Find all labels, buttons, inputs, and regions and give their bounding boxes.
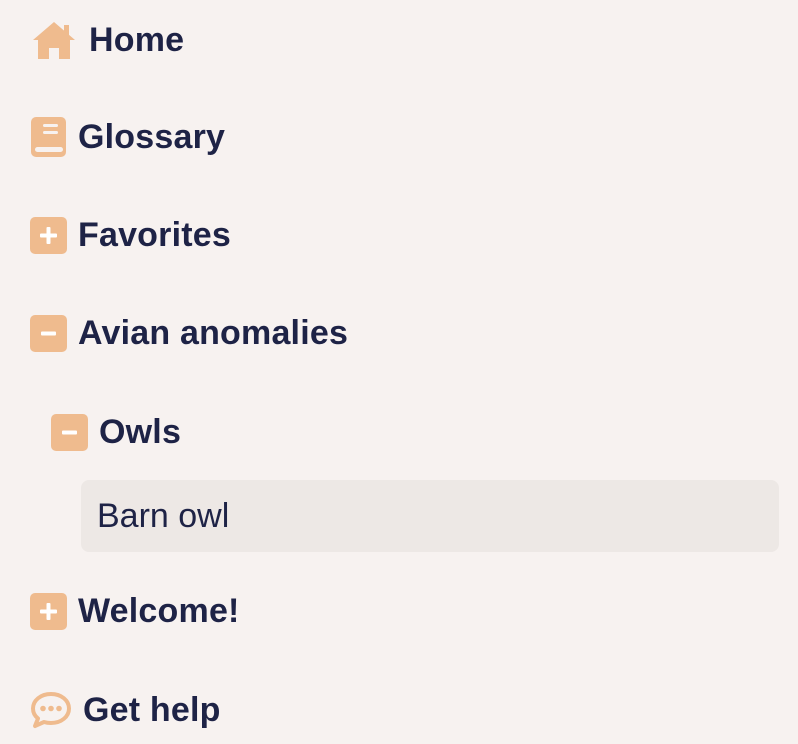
nav-item-label: Home — [89, 20, 185, 59]
collapse-minus-icon[interactable] — [51, 413, 88, 451]
nav-item-owls[interactable]: Owls — [51, 404, 778, 460]
chat-bubble-icon — [30, 691, 72, 729]
nav-item-avian-anomalies[interactable]: Avian anomalies — [30, 305, 778, 361]
nav-item-label: Favorites — [78, 215, 231, 254]
nav-item-label: Avian anomalies — [78, 313, 349, 352]
collapse-minus-icon[interactable] — [30, 314, 67, 352]
home-icon — [30, 19, 78, 61]
nav-item-label: Barn owl — [97, 496, 230, 535]
nav-item-label: Welcome! — [78, 591, 240, 630]
nav-item-label: Owls — [99, 412, 182, 451]
nav-item-welcome[interactable]: Welcome! — [30, 583, 778, 639]
sidebar-nav: Home Glossary Favorites Avian anomalies … — [0, 0, 798, 744]
nav-item-label: Get help — [83, 690, 221, 729]
nav-item-favorites[interactable]: Favorites — [30, 207, 778, 263]
expand-plus-icon[interactable] — [30, 592, 67, 630]
nav-item-get-help[interactable]: Get help — [30, 682, 778, 738]
nav-item-barn-owl-selected[interactable]: Barn owl — [81, 480, 779, 552]
nav-item-label: Glossary — [78, 117, 226, 156]
nav-item-home[interactable]: Home — [30, 12, 778, 68]
nav-item-glossary[interactable]: Glossary — [30, 109, 778, 165]
book-icon — [30, 116, 67, 158]
expand-plus-icon[interactable] — [30, 216, 67, 254]
